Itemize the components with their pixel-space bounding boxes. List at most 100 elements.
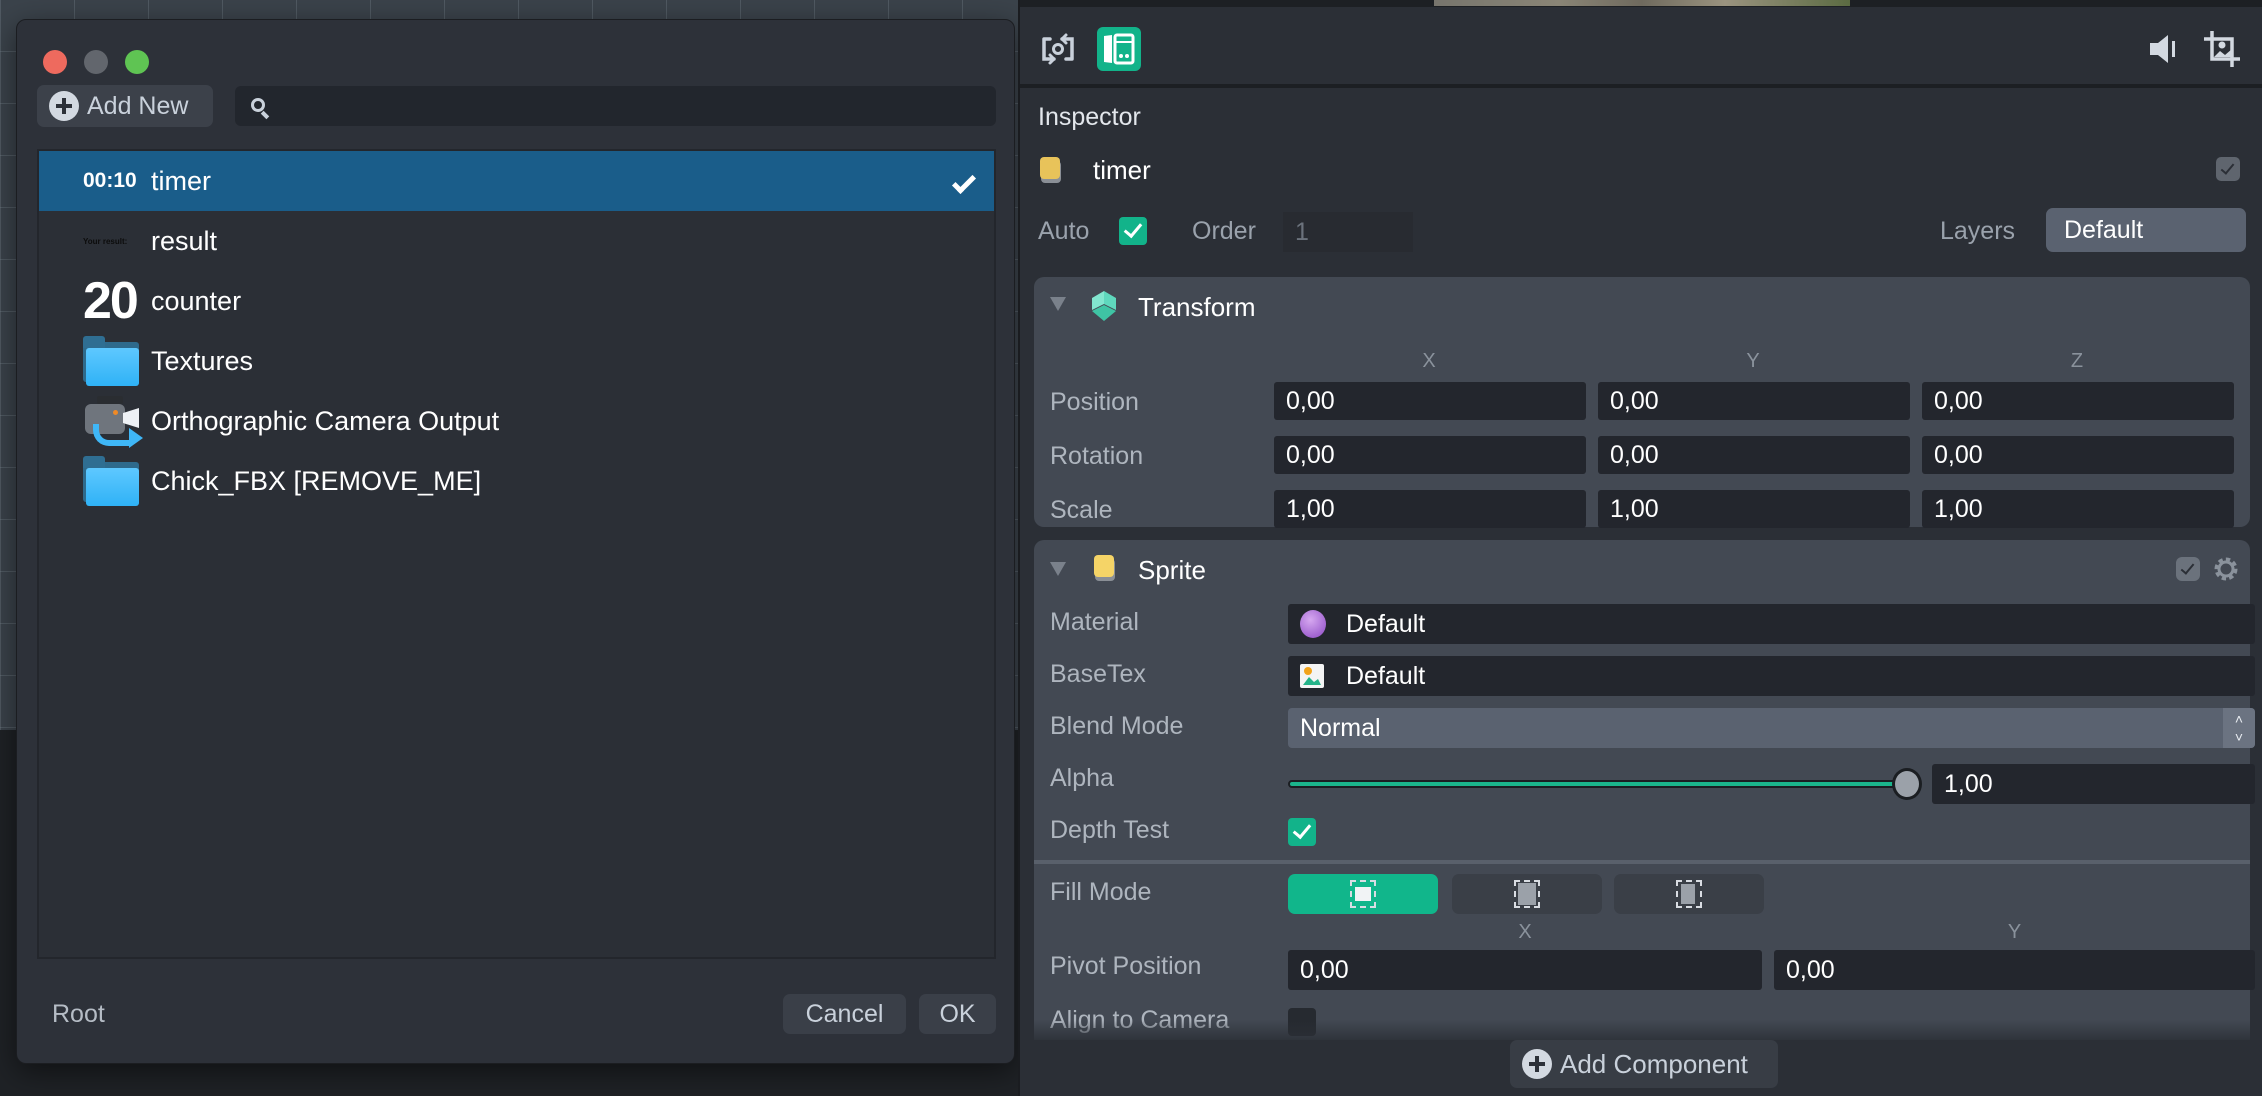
cancel-button[interactable]: Cancel [783,994,906,1034]
section-divider [1034,860,2250,864]
scale-y-input[interactable]: 1,00 [1598,490,1910,528]
scale-label: Scale [1050,496,1113,524]
stretch-icon [1676,880,1702,908]
alpha-slider-thumb[interactable] [1892,768,1922,800]
basetex-field[interactable]: Default [1288,656,2255,696]
list-item-result[interactable]: Your result: result [39,211,994,271]
folder-icon [83,456,139,506]
pivot-position-label: Pivot Position [1050,952,1202,980]
pivot-axis-label-x: X [1518,921,1532,943]
ok-button[interactable]: OK [919,994,996,1034]
fill-icon [1514,880,1540,908]
maximize-window-button[interactable] [125,50,149,74]
fill-mode-label: Fill Mode [1050,878,1152,906]
top-strip [1020,0,2262,7]
blend-mode-dropdown[interactable]: Normal ˄ ˅ [1288,708,2255,748]
list-item-name: counter [151,285,242,316]
sprite-enabled-checkbox[interactable] [2176,557,2200,581]
alpha-slider-track[interactable] [1288,780,1908,788]
fill-mode-stretch-button[interactable] [1614,874,1764,914]
list-item-chick-fbx[interactable]: Chick_FBX [REMOVE_ME] [39,451,994,511]
collapse-triangle-icon[interactable] [1050,297,1066,311]
transform-title: Transform [1138,292,1256,322]
crop-image-icon[interactable] [2200,27,2244,71]
list-item-timer[interactable]: 00:10 timer [39,151,994,211]
fill-mode-fill-button[interactable] [1452,874,1602,914]
axis-label-y: Y [1746,350,1760,372]
thumbnail [83,394,143,448]
position-label: Position [1050,388,1139,416]
search-icon [251,98,265,112]
thumbnail: 20 [83,275,143,327]
position-x-input[interactable]: 0,00 [1274,382,1586,420]
order-input[interactable] [1283,212,1413,252]
toolbar [1020,7,2262,88]
list-item-name: Orthographic Camera Output [151,405,500,436]
add-new-button[interactable]: Add New [37,85,213,127]
sprite-icon [1092,554,1118,584]
alpha-label: Alpha [1050,764,1114,792]
material-field[interactable]: Default [1288,604,2255,644]
add-component-button[interactable]: Add Component [1510,1040,1778,1088]
asset-picker-dialog: Add New 00:10 timer Your result: result … [16,19,1015,1064]
minimize-window-button[interactable] [84,50,108,74]
gear-icon[interactable] [2212,555,2240,583]
inspector-panel: Inspector timer Auto Order Layers Defaul… [1018,0,2262,1096]
add-new-label: Add New [87,91,189,120]
up-down-chevron-icon: ˄ ˅ [2223,708,2255,748]
list-item-name: result [151,225,218,256]
fill-mode-fit-button[interactable] [1288,874,1438,914]
scale-z-input[interactable]: 1,00 [1922,490,2234,528]
list-item-name: Chick_FBX [REMOVE_ME] [151,465,482,496]
list-item-textures[interactable]: Textures [39,331,994,391]
sprite-title: Sprite [1138,555,1206,585]
search-box[interactable] [235,86,996,126]
list-item-orthographic-camera-output[interactable]: Orthographic Camera Output [39,391,994,451]
thumbnail [83,456,143,506]
object-enabled-checkbox[interactable] [2216,157,2240,181]
position-z-input[interactable]: 0,00 [1922,382,2234,420]
speaker-icon[interactable] [2142,27,2186,71]
rotation-z-input[interactable]: 0,00 [1922,436,2234,474]
layers-dropdown[interactable]: Default [2046,208,2246,252]
close-window-button[interactable] [43,50,67,74]
thumbnail: Your result: [83,237,143,246]
pivot-axis-label-y: Y [2007,921,2022,943]
rotation-y-input[interactable]: 0,00 [1598,436,1910,474]
axis-label-x: X [1422,350,1436,372]
material-sphere-icon [1300,610,1326,638]
result-thumb-text: Your result: [83,236,128,246]
device-preview-icon[interactable] [1097,27,1141,71]
current-path-label: Root [52,1000,105,1028]
timer-thumb-text: 00:10 [83,169,137,192]
object-name: timer [1093,155,1151,185]
thumbnail [83,336,143,386]
depth-test-checkbox[interactable] [1288,818,1316,846]
axis-label-z: Z [2070,350,2084,372]
plus-circle-icon [1522,1049,1552,1079]
list-item-name: timer [151,165,211,196]
layers-label: Layers [1940,217,2016,245]
scale-x-input[interactable]: 1,00 [1274,490,1586,528]
auto-label: Auto [1038,217,1090,245]
depth-test-label: Depth Test [1050,816,1170,844]
alpha-input[interactable]: 1,00 [1932,764,2255,804]
position-y-input[interactable]: 0,00 [1598,382,1910,420]
list-item-counter[interactable]: 20 counter [39,271,994,331]
search-input[interactable] [279,86,979,126]
collapse-triangle-icon[interactable] [1050,562,1066,576]
transform-icon [1090,289,1118,323]
thumbnail: 00:10 [83,169,143,193]
pivot-y-input[interactable]: 0,00 [1774,950,2255,990]
auto-checkbox[interactable] [1119,217,1147,245]
basetex-value: Default [1346,661,1426,690]
pivot-x-input[interactable]: 0,00 [1288,950,1762,990]
material-value: Default [1346,609,1426,638]
counter-thumb-text: 20 [83,272,139,330]
rotation-x-input[interactable]: 0,00 [1274,436,1586,474]
folder-icon [83,336,139,386]
sprite-object-icon [1038,156,1064,186]
list-item-name: Textures [151,345,254,376]
rotate-camera-icon[interactable] [1036,27,1080,71]
basetex-label: BaseTex [1050,660,1146,688]
